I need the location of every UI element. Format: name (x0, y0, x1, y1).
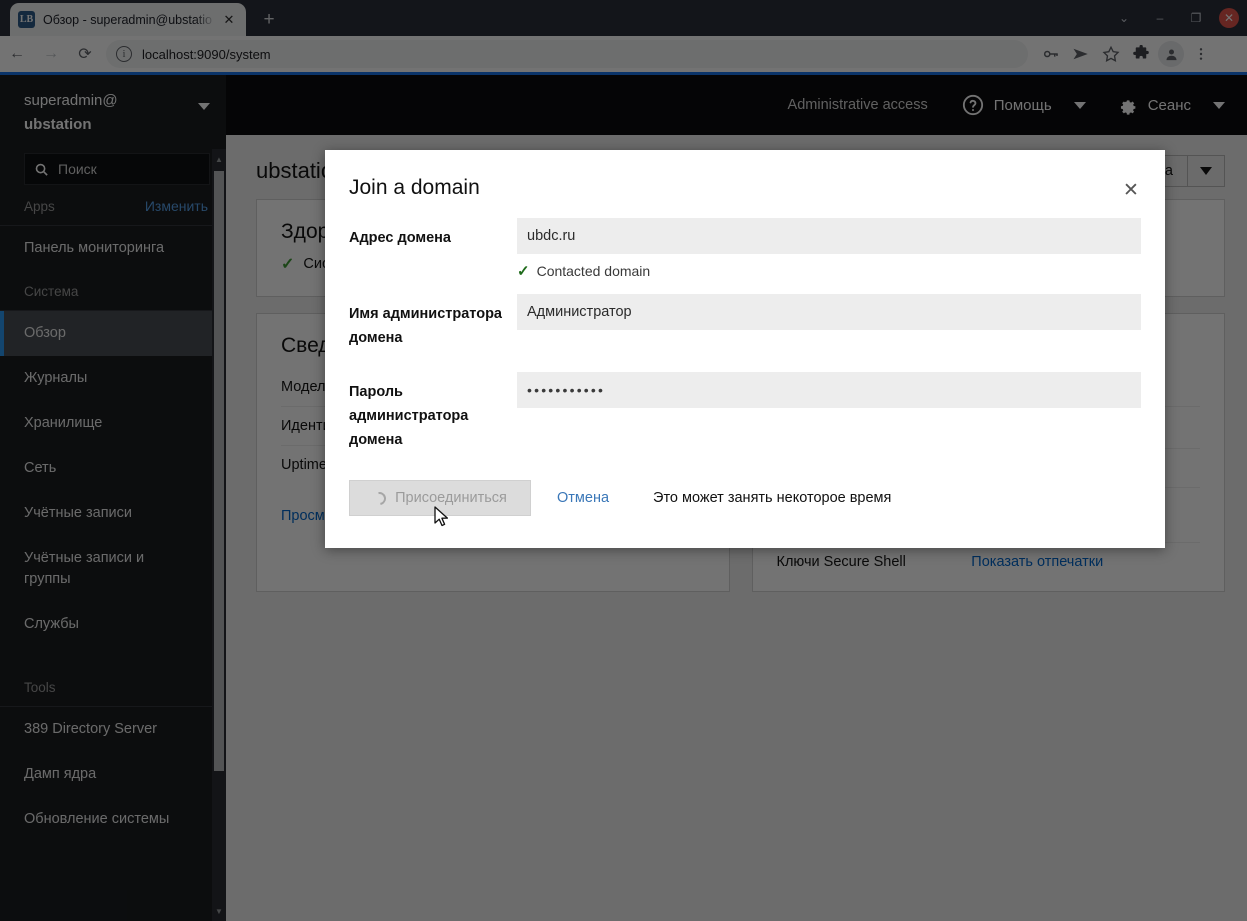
cancel-button[interactable]: Отмена (557, 490, 609, 506)
domain-status-hint: ✓ Contacted domain (517, 262, 1141, 280)
field-domain-admin-name: Имя администратора домена Администратор (349, 294, 1141, 350)
dialog-body: Адрес домена ubdc.ru ✓ Contacted domain … (325, 208, 1165, 452)
footer-note: Это может занять некоторое время (653, 490, 892, 506)
hint-text: Contacted domain (536, 263, 651, 279)
field-label: Имя администратора домена (349, 306, 502, 346)
check-icon: ✓ (517, 263, 530, 280)
dialog-title: Join a domain (349, 176, 480, 199)
field-control: Администратор (517, 294, 1141, 330)
field-domain-address: Адрес домена ubdc.ru ✓ Contacted domain (349, 218, 1141, 280)
screen: LB Обзор - superadmin@ubstatio ✕ + ⌄ – ❐… (0, 0, 1247, 921)
join-domain-dialog: Join a domain ✕ Адрес домена ubdc.ru ✓ C… (325, 150, 1165, 548)
close-icon[interactable]: ✕ (1121, 180, 1141, 201)
domain-address-input[interactable]: ubdc.ru (517, 218, 1141, 254)
field-control: ubdc.ru ✓ Contacted domain (517, 218, 1141, 280)
dialog-header: Join a domain ✕ (325, 150, 1165, 208)
domain-admin-password-input[interactable]: ••••••••••• (517, 372, 1141, 408)
mouse-cursor (434, 506, 450, 530)
domain-admin-name-input[interactable]: Администратор (517, 294, 1141, 330)
field-label: Пароль администратора домена (349, 384, 469, 448)
dialog-footer: Присоединиться Отмена Это может занять н… (325, 460, 1165, 538)
join-button-label: Присоединиться (395, 490, 507, 506)
field-label: Адрес домена (349, 230, 451, 246)
field-control: ••••••••••• (517, 372, 1141, 408)
spinner-icon (370, 488, 389, 508)
field-domain-admin-password: Пароль администратора домена ••••••••••• (349, 372, 1141, 452)
